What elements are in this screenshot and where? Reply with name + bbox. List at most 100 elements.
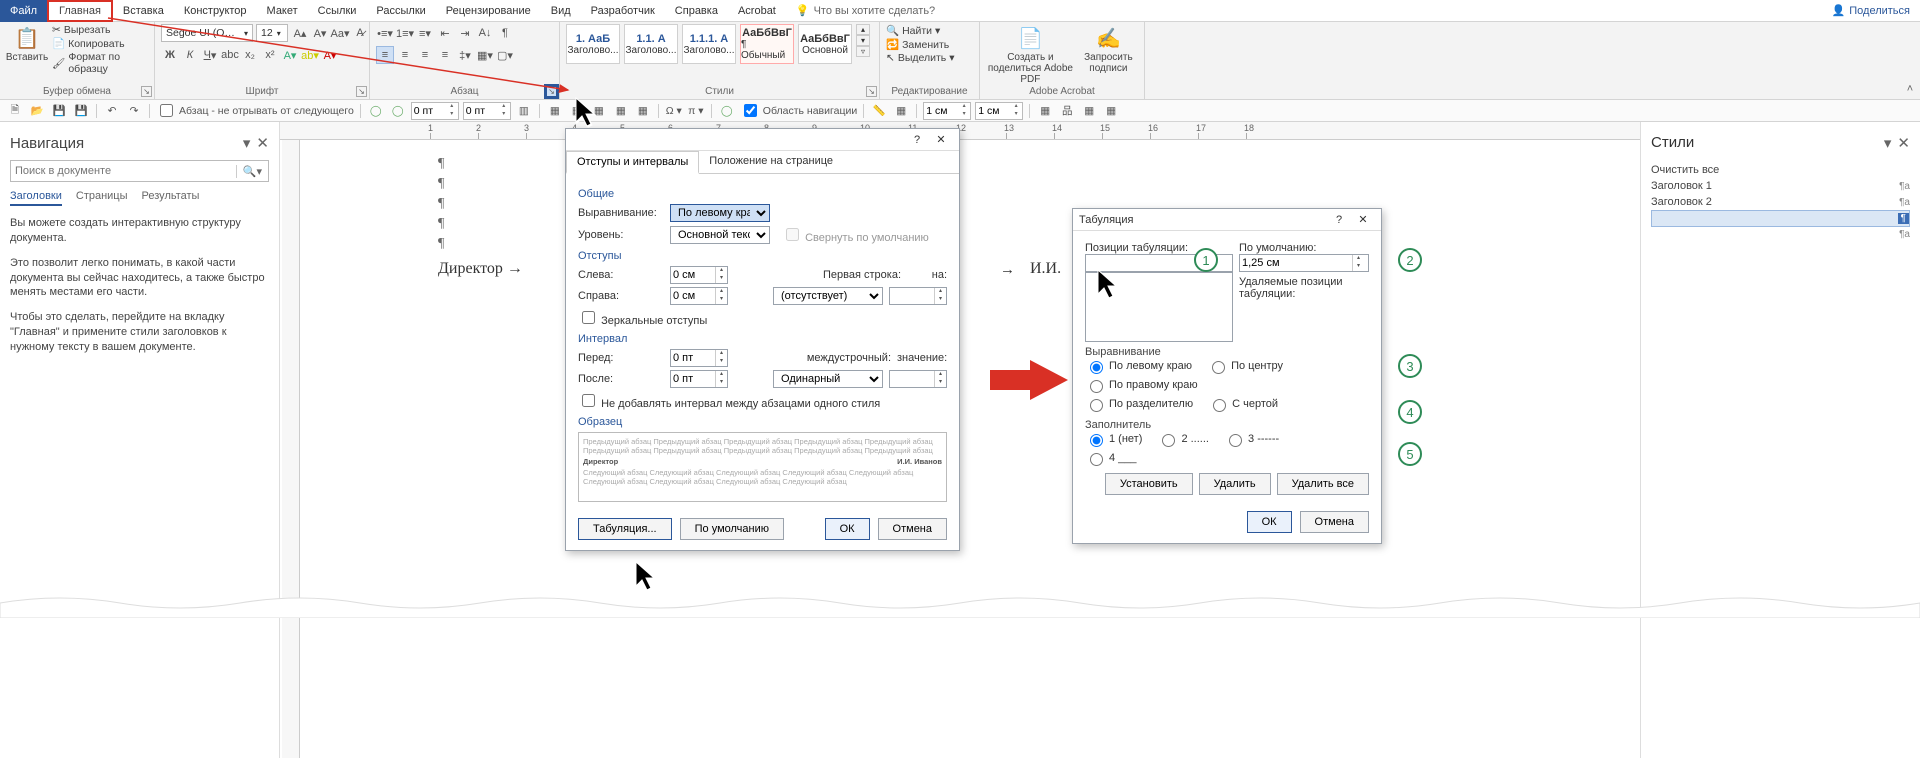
space-before[interactable]: ▴▾ xyxy=(670,349,728,367)
italic-button[interactable]: К xyxy=(181,46,199,64)
copy-button[interactable]: 📄Копировать xyxy=(52,37,148,50)
sub-button[interactable]: x₂ xyxy=(241,46,259,64)
nav-tab-results[interactable]: Результаты xyxy=(142,190,200,206)
qat-g2[interactable]: 品 xyxy=(1058,102,1076,120)
qat-undo[interactable]: ↶ xyxy=(103,102,121,120)
tab-mailings[interactable]: Рассылки xyxy=(366,0,435,22)
qat-before-spacing[interactable]: ▴▾ xyxy=(411,102,459,120)
font-name-combo[interactable]: Segoe UI (Основной текст)▾ xyxy=(161,24,253,42)
nav-tab-headings[interactable]: Заголовки xyxy=(10,190,62,206)
grow-font[interactable]: A▴ xyxy=(291,24,309,42)
inc-indent[interactable]: ⇥ xyxy=(456,24,474,42)
dlg-para-tab-indent[interactable]: Отступы и интервалы xyxy=(566,151,699,174)
sup-button[interactable]: x² xyxy=(261,46,279,64)
multilevel[interactable]: ≡▾ xyxy=(416,24,434,42)
btn-cancel-tabs[interactable]: Отмена xyxy=(1300,511,1369,533)
space-after[interactable]: ▴▾ xyxy=(670,370,728,388)
line-spacing-select[interactable]: Одинарный xyxy=(773,370,883,388)
style-clear-all[interactable]: Очистить все xyxy=(1651,162,1910,178)
qat-dot2[interactable]: ◯ xyxy=(389,102,407,120)
sort[interactable]: A↓ xyxy=(476,24,494,42)
default-tab[interactable]: ▴▾ xyxy=(1239,254,1369,272)
align-left-radio[interactable] xyxy=(1090,361,1103,374)
style-current[interactable]: ¶ xyxy=(1651,210,1910,227)
align-center[interactable]: ≡ xyxy=(396,46,414,64)
align-select[interactable]: По левому краю xyxy=(670,204,770,222)
mirror-check[interactable] xyxy=(582,311,595,324)
nav-menu-icon[interactable]: ▾ xyxy=(243,134,251,152)
tab-developer[interactable]: Разработчик xyxy=(581,0,665,22)
qat-new[interactable]: 🗎 xyxy=(6,102,24,120)
style-heading3[interactable]: 1.1.1. АЗаголово... xyxy=(682,24,736,64)
leader-2[interactable] xyxy=(1162,434,1175,447)
styles-more[interactable]: ▴ xyxy=(856,24,870,35)
align-left[interactable]: ≡ xyxy=(376,46,394,64)
text-effect[interactable]: A▾ xyxy=(281,46,299,64)
borders[interactable]: ▢▾ xyxy=(496,46,514,64)
qat-cols[interactable]: ▥ xyxy=(515,102,533,120)
tab-layout[interactable]: Макет xyxy=(257,0,308,22)
qat-after-spacing[interactable]: ▴▾ xyxy=(463,102,511,120)
dlg-para-tab-position[interactable]: Положение на странице xyxy=(699,151,843,173)
qat-dot1[interactable]: ◯ xyxy=(367,102,385,120)
styles-close-icon[interactable]: ✕ xyxy=(1897,134,1910,152)
format-painter-button[interactable]: 🖌Формат по образцу xyxy=(52,51,148,75)
search-icon[interactable]: 🔍▾ xyxy=(236,165,268,178)
btn-delall[interactable]: Удалить все xyxy=(1277,473,1369,495)
leader-3[interactable] xyxy=(1229,434,1242,447)
style-extra[interactable]: ¶a xyxy=(1651,227,1910,242)
btn-del[interactable]: Удалить xyxy=(1199,473,1271,495)
align-center-radio[interactable] xyxy=(1212,361,1225,374)
find-button[interactable]: 🔍Найти ▾ xyxy=(886,24,955,37)
qat-t3[interactable]: ▦ xyxy=(590,102,608,120)
shrink-font[interactable]: A▾ xyxy=(311,24,329,42)
adobe-create[interactable]: 📄Создать и поделиться Adobe PDF xyxy=(986,24,1075,85)
qat-g3[interactable]: ▦ xyxy=(1080,102,1098,120)
clear-format[interactable]: A̷ xyxy=(351,24,369,42)
tab-pos-list[interactable] xyxy=(1085,272,1233,342)
align-decimal-radio[interactable] xyxy=(1090,399,1103,412)
show-marks[interactable]: ¶ xyxy=(496,24,514,42)
change-case[interactable]: Aa▾ xyxy=(331,24,349,42)
btn-ok-tabs[interactable]: ОК xyxy=(1247,511,1292,533)
tab-references[interactable]: Ссылки xyxy=(308,0,367,22)
style-heading1[interactable]: 1. АаБЗаголово... xyxy=(566,24,620,64)
replace-button[interactable]: 🔁Заменить xyxy=(886,38,955,51)
nosame-check[interactable] xyxy=(582,394,595,407)
align-justify[interactable]: ≡ xyxy=(436,46,454,64)
qat-keep-with-next[interactable] xyxy=(160,104,173,117)
leader-1[interactable] xyxy=(1090,434,1103,447)
qat-t5[interactable]: ▦ xyxy=(634,102,652,120)
qat-t2[interactable]: ▦ xyxy=(568,102,586,120)
collapse-ribbon[interactable]: ˄ xyxy=(1900,22,1920,99)
font-launcher[interactable]: ↘ xyxy=(356,86,367,97)
paragraph-launcher[interactable]: ↘ xyxy=(546,86,557,97)
styles-expand[interactable]: ▿ xyxy=(856,46,870,57)
style-body[interactable]: АаБбВвГОсновной xyxy=(798,24,852,64)
qat-omega[interactable]: Ω ▾ xyxy=(665,102,683,120)
dlg-tabs-close[interactable]: ✕ xyxy=(1351,213,1375,226)
tab-design[interactable]: Конструктор xyxy=(174,0,257,22)
clipboard-launcher[interactable]: ↘ xyxy=(141,86,152,97)
font-size-combo[interactable]: 12▾ xyxy=(256,24,288,42)
styles-launcher[interactable]: ↘ xyxy=(866,86,877,97)
qat-t1[interactable]: ▦ xyxy=(546,102,564,120)
qat-t4[interactable]: ▦ xyxy=(612,102,630,120)
align-bar-radio[interactable] xyxy=(1213,399,1226,412)
qat-save[interactable]: 💾 xyxy=(50,102,68,120)
style-h1[interactable]: Заголовок 1¶a xyxy=(1651,178,1910,194)
align-right[interactable]: ≡ xyxy=(416,46,434,64)
tab-view[interactable]: Вид xyxy=(541,0,581,22)
bold-button[interactable]: Ж xyxy=(161,46,179,64)
dec-indent[interactable]: ⇤ xyxy=(436,24,454,42)
align-right-radio[interactable] xyxy=(1090,380,1103,393)
style-heading2[interactable]: 1.1. АЗаголово... xyxy=(624,24,678,64)
tell-me[interactable]: 💡Что вы хотите сделать? xyxy=(796,4,935,17)
tab-file[interactable]: Файл xyxy=(0,0,47,22)
btn-ok-para[interactable]: ОК xyxy=(825,518,870,540)
paste-button[interactable]: 📋 Вставить xyxy=(6,24,48,63)
numbering[interactable]: 1≡▾ xyxy=(396,24,414,42)
qat-g4[interactable]: ▦ xyxy=(1102,102,1120,120)
highlight-button[interactable]: ab▾ xyxy=(301,46,319,64)
bullets[interactable]: •≡▾ xyxy=(376,24,394,42)
